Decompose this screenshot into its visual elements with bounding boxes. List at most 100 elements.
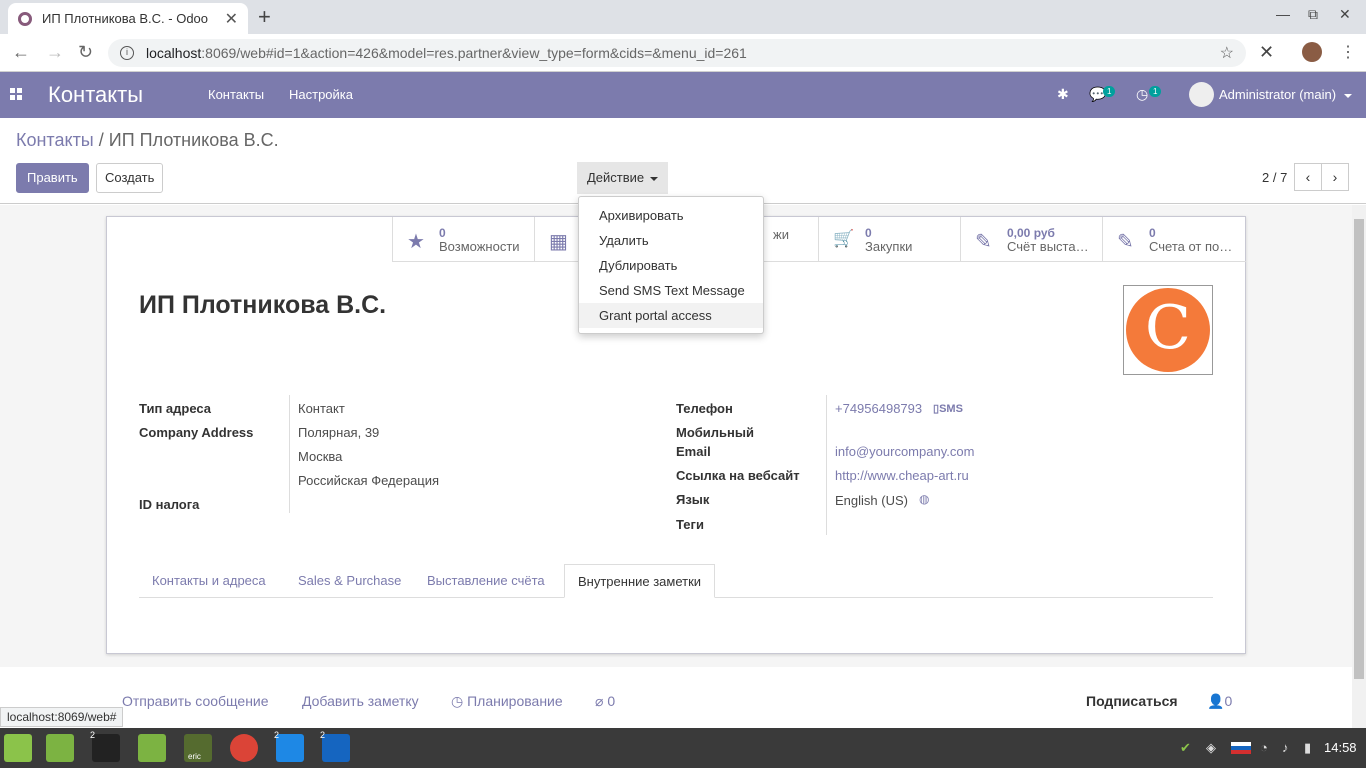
user-menu[interactable]: Administrator (main) bbox=[1219, 87, 1353, 102]
page-scrollbar[interactable] bbox=[1352, 205, 1366, 728]
smart-button-invoiced[interactable]: ✎ 0,00 руб Счёт выста… bbox=[960, 217, 1102, 261]
menu-item-delete[interactable]: Удалить bbox=[579, 228, 763, 253]
website-link[interactable]: http://www.cheap-art.ru bbox=[835, 468, 969, 483]
company-address-label: Company Address bbox=[139, 425, 254, 440]
menu-contacts[interactable]: Контакты bbox=[208, 87, 264, 102]
window-close-icon[interactable]: ✕ bbox=[1339, 6, 1351, 23]
activities-icon[interactable]: ◷ bbox=[1136, 86, 1148, 103]
clock[interactable]: 14:58 bbox=[1324, 740, 1357, 755]
wifi-icon[interactable]: ◔ bbox=[1260, 740, 1268, 755]
profile-avatar[interactable] bbox=[1302, 42, 1322, 62]
nvidia-icon[interactable]: ◈ bbox=[1206, 740, 1216, 756]
menu-item-send-sms[interactable]: Send SMS Text Message bbox=[579, 278, 763, 303]
browser-tab-bar: ИП Плотникова В.С. - Odoo ✕ + — ⧉ ✕ bbox=[0, 0, 1366, 34]
edit-button[interactable]: Править bbox=[16, 163, 89, 193]
status-bar-url: localhost:8069/web# bbox=[0, 707, 124, 727]
minimize-icon[interactable]: — bbox=[1276, 6, 1290, 22]
tax-id-label: ID налога bbox=[139, 497, 200, 512]
menu-settings[interactable]: Настройка bbox=[289, 87, 353, 102]
send-message-button[interactable]: Отправить сообщение bbox=[122, 693, 269, 709]
browser-menu-icon[interactable]: ⋮ bbox=[1340, 42, 1356, 62]
followers-button[interactable]: 👤0 bbox=[1207, 693, 1232, 710]
edit-icon: ✎ bbox=[1117, 231, 1134, 253]
mobile-label: Мобильный bbox=[676, 425, 754, 440]
sms-button[interactable]: ▯SMS bbox=[933, 402, 963, 415]
extension-x-icon[interactable]: ✕ bbox=[1259, 42, 1274, 63]
pager-value[interactable]: 2 / 7 bbox=[1262, 170, 1287, 185]
divider bbox=[826, 395, 827, 535]
scrollbar-thumb[interactable] bbox=[1354, 219, 1364, 679]
phone-label: Телефон bbox=[676, 401, 733, 416]
street-value: Полярная, 39 bbox=[298, 425, 380, 440]
create-button[interactable]: Создать bbox=[96, 163, 164, 193]
pager-next-button[interactable]: › bbox=[1321, 163, 1349, 191]
site-info-icon[interactable]: i bbox=[120, 46, 134, 60]
volume-icon[interactable]: ♪ bbox=[1282, 740, 1289, 755]
messages-badge: 1 bbox=[1103, 86, 1116, 97]
globe-icon[interactable]: ◍ bbox=[919, 492, 929, 506]
clock-icon: ◷ bbox=[451, 693, 468, 709]
log-note-button[interactable]: Добавить заметку bbox=[302, 693, 419, 709]
editor-badge: 2 bbox=[274, 730, 280, 740]
tab-invoicing[interactable]: Выставление счёта bbox=[414, 564, 558, 598]
user-icon: 👤 bbox=[1207, 693, 1225, 709]
schedule-activity-button[interactable]: ◷ Планирование bbox=[451, 693, 563, 710]
url-field[interactable]: i localhost:8069/web#id=1&action=426&mod… bbox=[108, 39, 1246, 67]
reload-icon[interactable]: ↻ bbox=[78, 42, 93, 63]
text-editor-icon[interactable] bbox=[276, 734, 304, 762]
keyboard-layout-flag-icon[interactable] bbox=[1231, 742, 1251, 754]
divider bbox=[289, 395, 290, 513]
smart-button-purchases[interactable]: 🛒 0 Закупки bbox=[818, 217, 960, 261]
chevron-down-icon bbox=[1344, 93, 1353, 98]
email-link[interactable]: info@yourcompany.com bbox=[835, 444, 974, 459]
form-notebook-tabs: Контакты и адреса Sales & Purchase Выста… bbox=[139, 564, 1213, 598]
files-icon[interactable] bbox=[46, 734, 74, 762]
partner-name: ИП Плотникова В.С. bbox=[139, 291, 387, 319]
pager-previous-button[interactable]: ‹ bbox=[1294, 163, 1322, 191]
eric-ide-icon[interactable]: eric bbox=[184, 734, 212, 762]
back-icon[interactable]: ← bbox=[12, 42, 30, 63]
tab-title: ИП Плотникова В.С. - Odoo bbox=[42, 11, 209, 26]
apps-menu-icon[interactable] bbox=[10, 88, 22, 100]
cart-icon: 🛒 bbox=[833, 229, 855, 248]
mint-menu-icon[interactable] bbox=[4, 734, 32, 762]
debug-bug-icon[interactable]: ✱ bbox=[1057, 86, 1069, 103]
follow-button[interactable]: Подписаться bbox=[1086, 693, 1178, 709]
attachments-button[interactable]: ⌀ 0 bbox=[595, 693, 615, 710]
maximize-icon[interactable]: ⧉ bbox=[1308, 6, 1318, 23]
company-logo[interactable]: C bbox=[1123, 285, 1213, 375]
breadcrumb-current: ИП Плотникова В.С. bbox=[108, 130, 279, 150]
screenshot-icon[interactable] bbox=[322, 734, 350, 762]
tab-contacts-addresses[interactable]: Контакты и адреса bbox=[139, 564, 279, 598]
battery-icon[interactable]: ▮ bbox=[1304, 740, 1311, 756]
tab-close-icon[interactable]: ✕ bbox=[225, 9, 238, 29]
menu-item-grant-portal[interactable]: Grant portal access bbox=[579, 303, 763, 328]
city-value: Москва bbox=[298, 449, 343, 464]
shield-icon[interactable]: ✔ bbox=[1180, 740, 1191, 756]
terminal-icon[interactable] bbox=[92, 734, 120, 762]
breadcrumb-separator: / bbox=[98, 130, 104, 150]
user-avatar[interactable] bbox=[1189, 82, 1214, 107]
action-dropdown-button[interactable]: Действие bbox=[577, 162, 669, 194]
breadcrumb-parent[interactable]: Контакты bbox=[16, 130, 94, 150]
smart-button-vendor-bills[interactable]: ✎ 0 Счета от по… bbox=[1102, 217, 1244, 261]
bookmark-star-icon[interactable]: ☆ bbox=[1220, 43, 1234, 63]
os-taskbar: 2 eric 2 2 ✔ ◈ ◔ ♪ ▮ 14:58 bbox=[0, 728, 1366, 768]
address-type-label: Тип адреса bbox=[139, 401, 212, 416]
smart-button-opportunities[interactable]: ★ 0 Возможности bbox=[392, 217, 534, 261]
chrome-icon[interactable] bbox=[230, 734, 258, 762]
language-label: Язык bbox=[676, 492, 710, 507]
folder-icon[interactable] bbox=[138, 734, 166, 762]
smart-buttons: ★ 0 Возможности ▦ $ жи 🛒 0 Закупки ✎ 0,0… bbox=[392, 217, 1246, 262]
forward-icon[interactable]: → bbox=[46, 42, 64, 63]
menu-item-duplicate[interactable]: Дублировать bbox=[579, 253, 763, 278]
paperclip-icon: ⌀ bbox=[595, 693, 608, 709]
menu-item-archive[interactable]: Архивировать bbox=[579, 203, 763, 228]
new-tab-icon[interactable]: + bbox=[258, 4, 271, 30]
star-icon: ★ bbox=[407, 231, 425, 253]
browser-tab[interactable]: ИП Плотникова В.С. - Odoo ✕ bbox=[8, 3, 248, 34]
phone-link[interactable]: +74956498793 bbox=[835, 401, 922, 416]
screenshot-badge: 2 bbox=[320, 730, 326, 740]
tab-sales-purchase[interactable]: Sales & Purchase bbox=[285, 564, 414, 598]
tab-internal-notes[interactable]: Внутренние заметки bbox=[564, 564, 716, 598]
